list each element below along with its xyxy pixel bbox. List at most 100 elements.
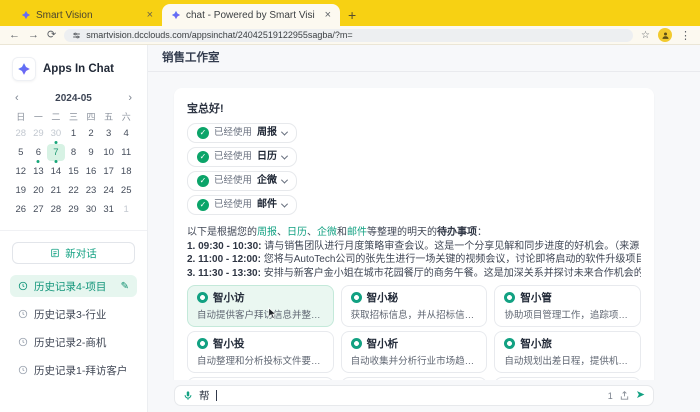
calendar-prev-icon[interactable]: ‹ — [15, 93, 19, 104]
calendar-day[interactable]: 8 — [65, 144, 83, 161]
url-text[interactable]: smartvision.dcclouds.com/appsinchat/2404… — [86, 30, 352, 40]
agent-card-zhixiaoxi[interactable]: 智小析 自动收集并分析行业市场趋势和竞争对手信息 — [341, 331, 488, 373]
history-item-project[interactable]: 历史记录4-项目 ✎ — [10, 275, 137, 297]
calendar-day[interactable]: 1 — [117, 201, 135, 218]
calendar-day[interactable]: 9 — [82, 144, 100, 161]
microphone-icon[interactable] — [183, 390, 193, 402]
calendar-day[interactable]: 12 — [12, 163, 30, 180]
back-icon[interactable]: ← — [9, 30, 20, 41]
calendar-day[interactable]: 2 — [82, 125, 100, 142]
agent-name: 智小访 — [213, 290, 245, 305]
new-tab-button[interactable]: + — [348, 7, 356, 23]
calendar-day[interactable]: 21 — [47, 182, 65, 199]
used-tool-badge-email[interactable]: ✓ 已经使用 邮件 — [187, 195, 297, 215]
cursor-pointer-icon — [266, 307, 277, 325]
calendar-next-icon[interactable]: › — [128, 93, 132, 104]
send-icon[interactable]: ➤ — [636, 390, 645, 401]
history-item-industry[interactable]: 历史记录3-行业 — [10, 303, 137, 325]
calendar-day[interactable]: 15 — [65, 163, 83, 180]
browser-menu-icon[interactable]: ⋮ — [680, 29, 691, 42]
calendar-day[interactable]: 30 — [82, 201, 100, 218]
calendar-day[interactable]: 27 — [30, 201, 48, 218]
calendar-day[interactable]: 18 — [117, 163, 135, 180]
profile-avatar[interactable] — [658, 28, 672, 42]
calendar-day[interactable]: 23 — [82, 182, 100, 199]
agent-name: 智小秘 — [367, 290, 399, 305]
check-circle-icon: ✓ — [197, 199, 209, 211]
char-count: 1 — [608, 391, 613, 401]
calendar-day[interactable]: 26 — [12, 201, 30, 218]
agent-card-zhixiaoguan[interactable]: 智小管 协助项目管理工作，追踪项目进度 — [494, 285, 641, 327]
calendar-day[interactable]: 17 — [100, 163, 118, 180]
agent-robot-icon — [197, 292, 208, 303]
calendar-day-selected[interactable]: 7 — [47, 144, 65, 161]
forward-icon[interactable]: → — [28, 30, 39, 41]
app-title: Apps In Chat — [43, 63, 114, 75]
calendar-day[interactable]: 28 — [12, 125, 30, 142]
bookmark-star-icon[interactable]: ☆ — [641, 30, 650, 41]
calendar-weekday: 六 — [117, 110, 135, 125]
used-tool-badge-wecom[interactable]: ✓ 已经使用 企微 — [187, 171, 297, 191]
used-tool-badge-calendar[interactable]: ✓ 已经使用 日历 — [187, 147, 297, 167]
calendar-day[interactable]: 11 — [117, 144, 135, 161]
tab-chat-active[interactable]: chat - Powered by Smart Visi × — [162, 4, 340, 26]
edit-pencil-icon[interactable]: ✎ — [121, 281, 129, 292]
chat-input-bar[interactable]: 帮 1 ➤ — [174, 385, 654, 406]
calendar-day[interactable]: 30 — [47, 125, 65, 142]
main-panel: 销售工作室 宝总好! ✓ 已经使用 周报 ✓ 已经使用 日历 — [148, 45, 700, 412]
todo-item-1: 1. 09:30 - 10:30: 请与销售团队进行月度策略审查会议。这是一个分… — [187, 240, 641, 254]
calendar-weekday: 四 — [82, 110, 100, 125]
chevron-down-icon[interactable] — [281, 128, 288, 135]
check-circle-icon: ✓ — [197, 151, 209, 163]
agent-card-zhixiaopin[interactable]: 智小聘 处理招聘、入职、培训和员工关系管理任务 — [494, 377, 641, 380]
calendar-day[interactable]: 10 — [100, 144, 118, 161]
calendar-day[interactable]: 14 — [47, 163, 65, 180]
calendar-day[interactable]: 24 — [100, 182, 118, 199]
todo-item-3: 3. 11:30 - 13:30: 安排与新客户金小姐在城市花园餐厅的商务午餐。… — [187, 267, 641, 281]
calendar-weekday: 五 — [100, 110, 118, 125]
agent-card-zhixiaotou[interactable]: 智小投 自动整理和分析投标文件要求，协助准备投标... — [187, 331, 334, 373]
tab-close-icon[interactable]: × — [147, 10, 153, 21]
upload-icon[interactable] — [619, 390, 630, 401]
agent-card-zhixiaofang[interactable]: 智小访 自动提供客户拜访信息并整合服务 — [187, 285, 334, 327]
new-document-icon — [50, 248, 60, 258]
history-item-visit[interactable]: 历史记录1-拜访客户 — [10, 359, 137, 381]
calendar-day[interactable]: 25 — [117, 182, 135, 199]
calendar-day[interactable]: 5 — [12, 144, 30, 161]
agent-name: 智小管 — [520, 290, 552, 305]
site-settings-icon[interactable] — [72, 31, 81, 40]
history-item-opportunity[interactable]: 历史记录2-商机 — [10, 331, 137, 353]
tab-close-icon[interactable]: × — [325, 10, 331, 21]
calendar-day[interactable]: 4 — [117, 125, 135, 142]
agent-desc: 自动规划出差日程，提供机票、酒店预订 — [504, 353, 631, 367]
history-item-label: 历史记录1-拜访客户 — [34, 363, 127, 378]
chevron-down-icon[interactable] — [281, 176, 288, 183]
agent-card-zhixiaolv[interactable]: 智小旅 自动规划出差日程，提供机票、酒店预订 — [494, 331, 641, 373]
calendar-day[interactable]: 3 — [100, 125, 118, 142]
agent-desc: 协助项目管理工作，追踪项目进度 — [504, 307, 631, 321]
reload-icon[interactable]: ⟳ — [47, 30, 56, 41]
calendar-day[interactable]: 6 — [30, 144, 48, 161]
calendar-day[interactable]: 29 — [30, 125, 48, 142]
url-bar[interactable]: smartvision.dcclouds.com/appsinchat/2404… — [64, 29, 633, 42]
used-tool-badge-weekly[interactable]: ✓ 已经使用 周报 — [187, 123, 297, 143]
calendar-day[interactable]: 1 — [65, 125, 83, 142]
history-list: 历史记录4-项目 ✎ 历史记录3-行业 历史记录2-商机 历史记录1-拜访客户 — [0, 275, 147, 387]
calendar-day[interactable]: 28 — [47, 201, 65, 218]
chat-input-text[interactable]: 帮 — [199, 388, 210, 403]
agent-card-zhixiaocai[interactable]: 智小采 自动化采购流程，从供应商管理到订单处理 — [187, 377, 334, 380]
tab-smart-vision[interactable]: Smart Vision × — [12, 4, 162, 26]
calendar-day[interactable]: 19 — [12, 182, 30, 199]
calendar-day[interactable]: 22 — [65, 182, 83, 199]
agent-card-zhixiaozhu[interactable]: 智小助 为员工提供日常工作管理支持，包括日程安排 — [341, 377, 488, 380]
agent-card-zhixiaomi[interactable]: 智小秘 获取招标信息，并从招标信息中获取商机 — [341, 285, 488, 327]
calendar-day[interactable]: 16 — [82, 163, 100, 180]
chevron-down-icon[interactable] — [281, 200, 288, 207]
calendar-day[interactable]: 13 — [30, 163, 48, 180]
calendar-weekday: 日 — [12, 110, 30, 125]
calendar-day[interactable]: 29 — [65, 201, 83, 218]
calendar-day[interactable]: 31 — [100, 201, 118, 218]
new-chat-button[interactable]: 新对话 — [12, 242, 135, 264]
chevron-down-icon[interactable] — [281, 152, 288, 159]
calendar-day[interactable]: 20 — [30, 182, 48, 199]
